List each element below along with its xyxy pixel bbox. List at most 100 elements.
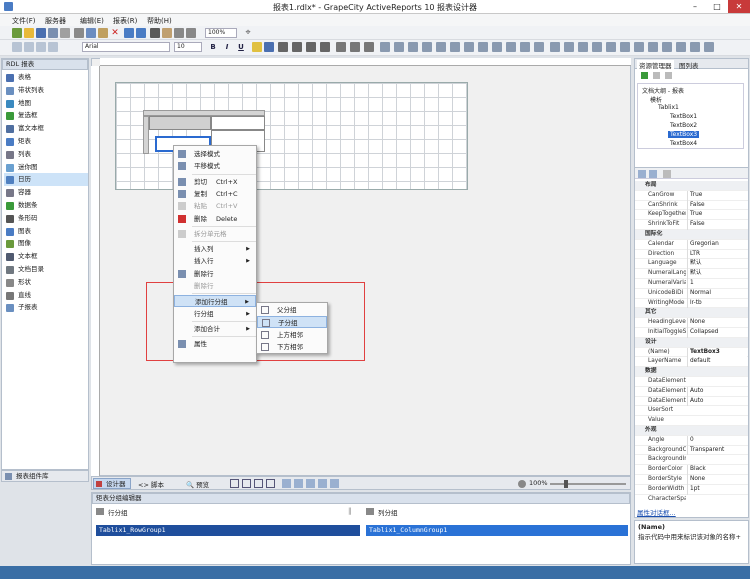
zoom-out-icon[interactable]: [186, 28, 196, 38]
property-row[interactable]: BackgroundImage: [635, 455, 748, 466]
layout4-icon[interactable]: [422, 42, 432, 52]
save-all-icon[interactable]: [48, 28, 58, 38]
zoom-combo[interactable]: 100%: [205, 28, 237, 38]
layout17-icon[interactable]: [606, 42, 616, 52]
alphabetical-icon[interactable]: [649, 170, 657, 178]
layout19-icon[interactable]: [634, 42, 644, 52]
layout-b-icon[interactable]: [242, 479, 251, 488]
font-size-combo[interactable]: 10: [174, 42, 202, 52]
context-menu-item[interactable]: 剪切 Ctrl+X: [174, 176, 256, 188]
toolbox-item[interactable]: 数据条: [4, 199, 88, 212]
layout3-icon[interactable]: [408, 42, 418, 52]
property-value[interactable]: Transparent: [687, 445, 747, 456]
menu-file[interactable]: 文件(F): [12, 16, 36, 26]
categorized-icon[interactable]: [638, 170, 646, 178]
property-category[interactable]: 外观: [635, 426, 748, 436]
toolbox-item[interactable]: 形状: [4, 276, 88, 289]
tab-script[interactable]: <> 脚本: [138, 479, 164, 489]
redo-icon[interactable]: [136, 28, 146, 38]
layout15-icon[interactable]: [578, 42, 588, 52]
tree-node[interactable]: TextBox1: [668, 113, 699, 120]
property-row[interactable]: LayerName default: [635, 357, 748, 368]
tree-node[interactable]: 模析: [648, 95, 664, 104]
paste-icon[interactable]: [98, 28, 108, 38]
cut-icon[interactable]: [74, 28, 84, 38]
layout22-icon[interactable]: [676, 42, 686, 52]
align-bottom-icon[interactable]: [364, 42, 374, 52]
toolbox-item[interactable]: 迷你图: [4, 161, 88, 174]
context-menu-item[interactable]: 粘贴 Ctrl+V: [174, 200, 256, 212]
layout2-icon[interactable]: [394, 42, 404, 52]
layout11-icon[interactable]: [520, 42, 530, 52]
tree-node[interactable]: 文档大纲 - 报表: [640, 86, 686, 95]
property-value[interactable]: False: [687, 220, 747, 230]
property-row[interactable]: NumeralVariant1: [635, 279, 748, 289]
style2-icon[interactable]: [24, 42, 34, 52]
style3-icon[interactable]: [36, 42, 46, 52]
property-value[interactable]: LTR: [687, 249, 747, 260]
copy-icon[interactable]: [86, 28, 96, 38]
italic-button[interactable]: I: [222, 42, 232, 52]
property-row[interactable]: CanGrow True: [635, 190, 748, 201]
property-value[interactable]: 默认: [687, 269, 747, 279]
submenu-item[interactable]: 下方相邻: [257, 341, 327, 353]
maximize-button[interactable]: □: [706, 0, 728, 13]
back-color-icon[interactable]: [264, 42, 274, 52]
layout5-icon[interactable]: [436, 42, 446, 52]
context-menu-item[interactable]: 复制 Ctrl+C: [174, 188, 256, 200]
bold-button[interactable]: B: [208, 42, 218, 52]
zoom-tool-icon[interactable]: [330, 479, 339, 488]
toolbox-item[interactable]: 直线: [4, 289, 88, 302]
align-right-icon[interactable]: [306, 42, 316, 52]
property-value[interactable]: default: [687, 357, 747, 368]
property-row[interactable]: CharacterSpacing: [635, 495, 748, 503]
print-icon[interactable]: [60, 28, 70, 38]
property-value[interactable]: 0: [687, 435, 747, 446]
toolbox-item[interactable]: 带状列表: [4, 84, 88, 97]
property-value[interactable]: Black: [687, 465, 747, 475]
align-center-icon[interactable]: [292, 42, 302, 52]
align-top-icon[interactable]: [336, 42, 346, 52]
context-menu-item[interactable]: 删除行: [174, 268, 256, 280]
property-value[interactable]: False: [687, 200, 747, 211]
context-menu-item[interactable]: 插入行 ▶: [174, 255, 256, 267]
row-group-item[interactable]: Tablix1_RowGroup1: [96, 525, 360, 536]
tab-layers[interactable]: 图列表: [679, 60, 699, 70]
submenu-item[interactable]: 父分组: [257, 304, 327, 316]
property-value[interactable]: True: [687, 190, 747, 201]
property-category[interactable]: 设计: [635, 337, 748, 348]
menu-report[interactable]: 报表(R): [113, 16, 137, 26]
tree-node[interactable]: TextBox2: [668, 122, 699, 129]
property-pages-icon[interactable]: [663, 170, 671, 178]
layout8-icon[interactable]: [478, 42, 488, 52]
property-category[interactable]: 数据: [635, 367, 748, 377]
toolbox-item[interactable]: 富文本框: [4, 122, 88, 135]
property-category[interactable]: 国际化: [635, 230, 748, 240]
toolbox-item[interactable]: 日历: [4, 173, 88, 187]
property-value[interactable]: Normal: [687, 288, 747, 299]
delete-icon[interactable]: ✕: [110, 28, 120, 38]
property-row[interactable]: (Name) TextBox3: [635, 347, 748, 358]
toolbox-item[interactable]: 复选框: [4, 109, 88, 122]
layout20-icon[interactable]: [648, 42, 658, 52]
property-value[interactable]: 1: [687, 279, 747, 289]
property-value[interactable]: 默认: [687, 259, 747, 270]
context-menu-item[interactable]: 拆分单元格: [174, 228, 256, 240]
toolbox-item[interactable]: 列表: [4, 148, 88, 161]
toolbox-item[interactable]: 文本框: [4, 250, 88, 263]
property-value[interactable]: lr-tb: [687, 298, 747, 309]
context-menu-item[interactable]: 删除行: [174, 280, 256, 292]
splitter-icon[interactable]: ‖: [348, 507, 352, 515]
open-icon[interactable]: [24, 28, 34, 38]
tree-node[interactable]: Tablix1: [656, 104, 681, 111]
add-icon[interactable]: [641, 72, 648, 79]
layout-c-icon[interactable]: [254, 479, 263, 488]
font-color-icon[interactable]: [252, 42, 262, 52]
tab-designer[interactable]: 设计器: [93, 478, 131, 489]
layout-icon[interactable]: [380, 42, 390, 52]
layout7-icon[interactable]: [464, 42, 474, 52]
tree-node[interactable]: TextBox3: [668, 131, 700, 138]
save-icon[interactable]: [36, 28, 46, 38]
tablix-corner-cell[interactable]: [149, 116, 211, 130]
grid-icon[interactable]: [282, 479, 291, 488]
